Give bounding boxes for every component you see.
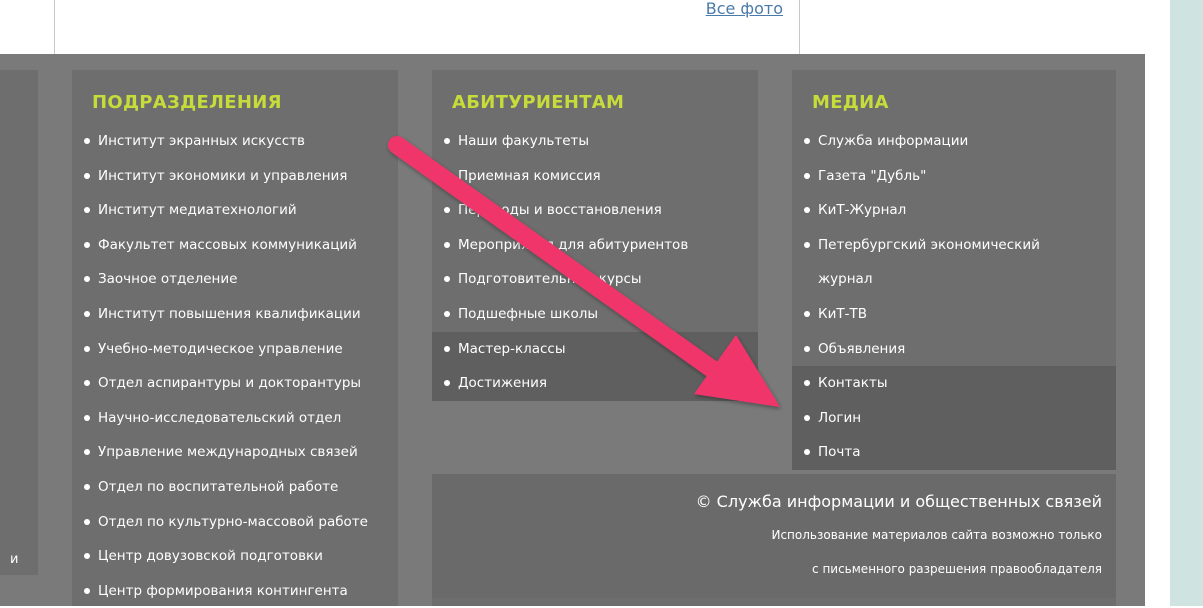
left-column-partial: и	[0, 70, 38, 575]
nav-link[interactable]: Отдел по воспитательной работе	[72, 470, 398, 505]
copyright-notice-line1: Использование материалов сайта возможно …	[771, 528, 1102, 542]
nav-link[interactable]: КиТ-Журнал	[792, 193, 1116, 228]
column-media: МЕДИА Служба информации Газета "Дубль" К…	[792, 70, 1116, 470]
top-area: Все фото	[0, 0, 1170, 54]
nav-link[interactable]: Институт экранных искусств	[72, 124, 398, 159]
nav-link[interactable]: Наши факультеты	[432, 124, 758, 159]
applicants-link-list: Наши факультеты Приемная комиссия Перево…	[432, 124, 758, 401]
bottom-panel-edge	[432, 598, 1116, 606]
column-title-media: МЕДИА	[812, 92, 889, 113]
column-title-applicants: АБИТУРИЕНТАМ	[452, 92, 625, 113]
divisions-link-list: Институт экранных искусств Институт экон…	[72, 124, 398, 608]
nav-link[interactable]: Отдел аспирантуры и докторантуры	[72, 366, 398, 401]
media-link-list: Служба информации Газета "Дубль" КиТ-Жур…	[792, 124, 1116, 470]
nav-link[interactable]: Мероприятия для абитуриентов	[432, 228, 758, 263]
nav-link[interactable]: Газета "Дубль"	[792, 159, 1116, 194]
nav-link[interactable]: КиТ-ТВ	[792, 297, 1116, 332]
all-photos-link[interactable]: Все фото	[706, 0, 783, 18]
nav-link[interactable]: Институт экономики и управления	[72, 159, 398, 194]
nav-link[interactable]: Служба информации	[792, 124, 1116, 159]
nav-link-contacts[interactable]: Контакты	[792, 366, 1116, 401]
nav-link[interactable]: Отдел по культурно-массовой работе	[72, 505, 398, 540]
left-column-text[interactable]: и	[10, 552, 18, 567]
copyright-box: © Служба информации и общественных связе…	[432, 474, 1116, 598]
nav-link[interactable]: Переводы и восстановления	[432, 193, 758, 228]
photo-panel: Все фото	[54, 0, 800, 54]
nav-link[interactable]: Подготовительные курсы	[432, 262, 758, 297]
nav-link-login[interactable]: Логин	[792, 400, 1116, 436]
nav-link[interactable]: Институт повышения квалификации	[72, 297, 398, 332]
nav-link[interactable]: Петербургский экономический журнал	[792, 228, 1058, 297]
nav-link[interactable]: Подшефные школы	[432, 297, 758, 332]
column-applicants: АБИТУРИЕНТАМ Наши факультеты Приемная ко…	[432, 70, 758, 401]
nav-link[interactable]: Управление международных связей	[72, 435, 398, 470]
nav-link[interactable]: Мастер-классы	[432, 331, 758, 367]
nav-link[interactable]: Объявления	[792, 332, 1116, 367]
nav-link[interactable]: Центр довузовской подготовки	[72, 539, 398, 574]
nav-link[interactable]: Институт медиатехнологий	[72, 193, 398, 228]
nav-link[interactable]: Учебно-методическое управление	[72, 332, 398, 367]
nav-link[interactable]: Научно-исследовательский отдел	[72, 401, 398, 436]
copyright-notice-line2: с письменного разрешения правообладателя	[812, 562, 1102, 576]
column-divisions: ПОДРАЗДЕЛЕНИЯ Институт экранных искусств…	[72, 70, 398, 606]
copyright-title: © Служба информации и общественных связе…	[695, 492, 1102, 511]
nav-link[interactable]: Приемная комиссия	[432, 159, 758, 194]
nav-link[interactable]: Заочное отделение	[72, 262, 398, 297]
nav-link[interactable]: Факультет массовых коммуникаций	[72, 228, 398, 263]
page-side-background	[1170, 0, 1203, 606]
nav-link[interactable]: Центр формирования контингента	[72, 574, 398, 608]
nav-link[interactable]: Достижения	[432, 366, 758, 401]
column-title-divisions: ПОДРАЗДЕЛЕНИЯ	[92, 92, 282, 113]
nav-link-mail[interactable]: Почта	[792, 435, 1116, 470]
